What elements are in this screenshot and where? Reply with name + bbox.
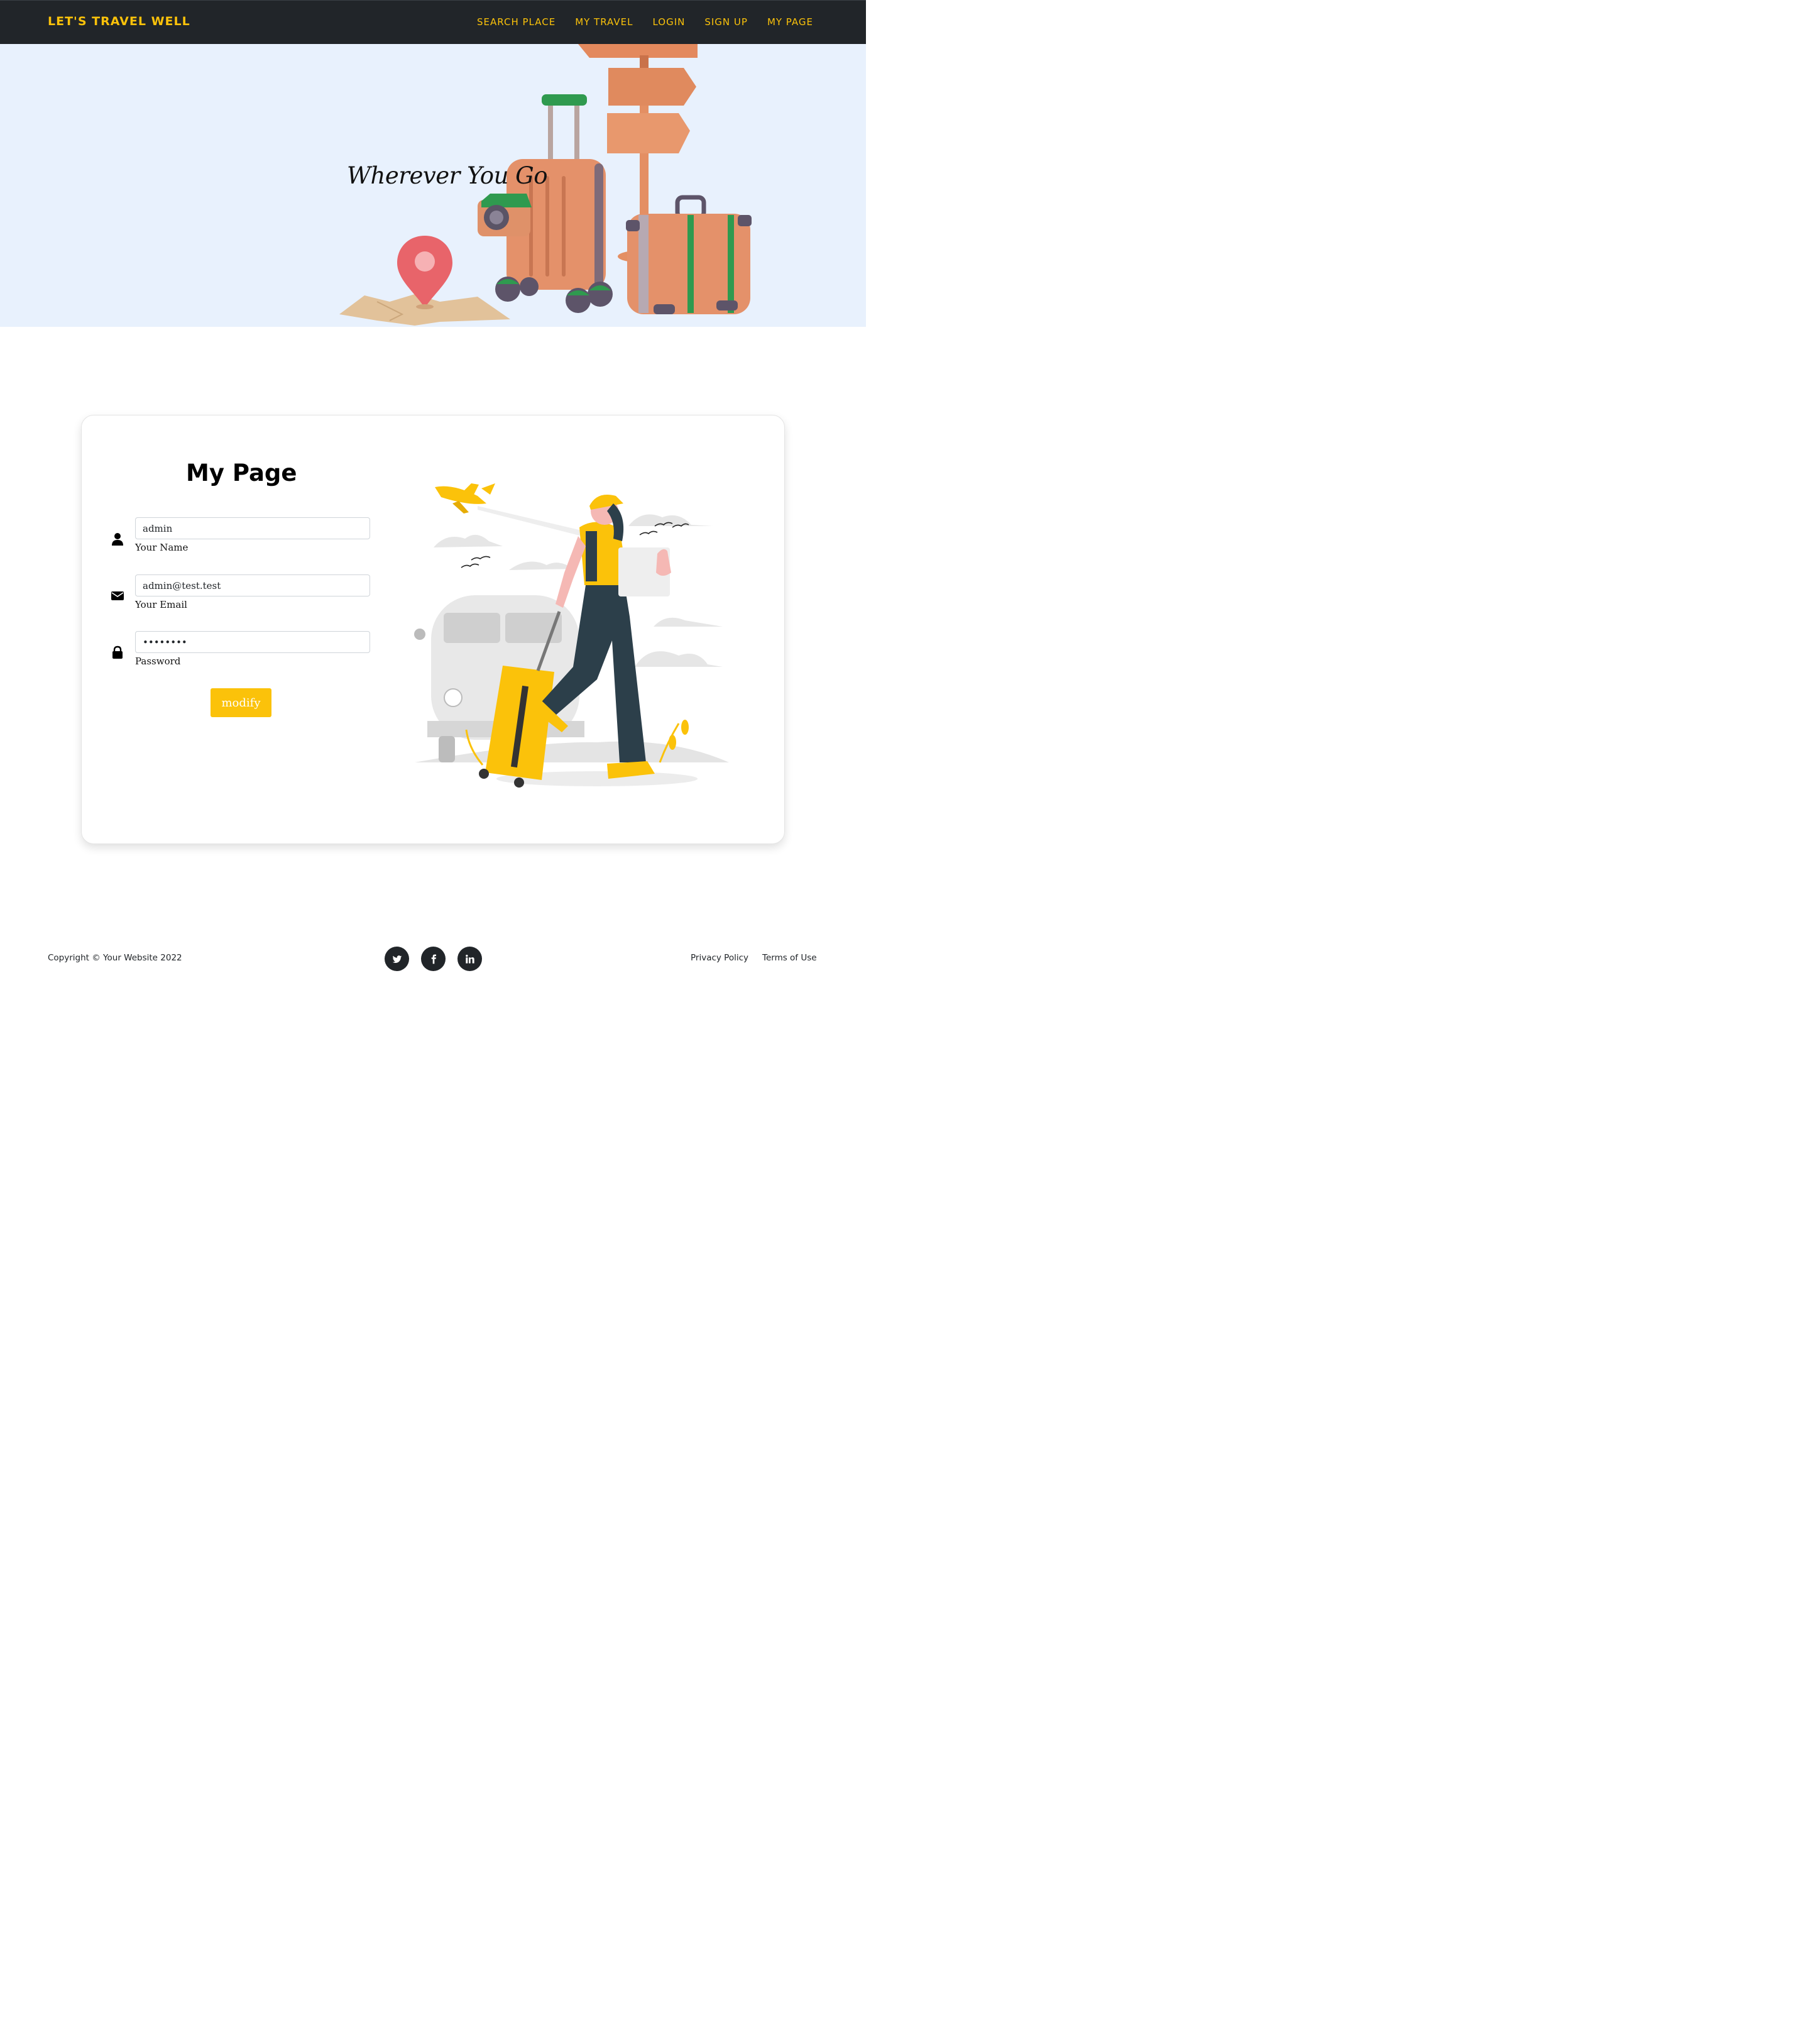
nav-login[interactable]: LOGIN	[652, 16, 685, 28]
user-icon	[112, 533, 123, 546]
nav-sign-up[interactable]: SIGN UP	[704, 16, 748, 28]
terms-of-use-link[interactable]: Terms of Use	[762, 953, 817, 963]
nav-search-place[interactable]: SEARCH PLACE	[477, 16, 556, 28]
brand-logo[interactable]: LET'S TRAVEL WELL	[48, 14, 190, 28]
modify-button[interactable]: modify	[211, 688, 271, 717]
nav-links: SEARCH PLACE MY TRAVEL LOGIN SIGN UP MY …	[477, 16, 813, 28]
linkedin-link[interactable]	[457, 947, 482, 971]
envelope-icon	[111, 591, 124, 600]
hero-banner: Wherever You Go	[0, 44, 866, 327]
twitter-icon	[392, 955, 402, 963]
name-label: Your Name	[135, 542, 189, 553]
linkedin-icon	[465, 954, 474, 964]
name-input[interactable]	[135, 517, 370, 539]
nav-my-travel[interactable]: MY TRAVEL	[575, 16, 633, 28]
nav-my-page[interactable]: MY PAGE	[767, 16, 813, 28]
facebook-link[interactable]	[421, 947, 446, 971]
lock-icon	[112, 646, 123, 659]
copyright-text: Copyright © Your Website 2022	[48, 953, 182, 963]
hero-title: Wherever You Go	[347, 162, 548, 189]
email-label: Your Email	[135, 599, 187, 610]
my-page-card: My Page Your Name Your Email Password mo…	[81, 415, 785, 844]
privacy-policy-link[interactable]: Privacy Policy	[691, 953, 748, 963]
password-input[interactable]	[135, 631, 370, 653]
traveler-illustration	[414, 483, 729, 788]
facebook-icon	[431, 954, 436, 964]
twitter-link[interactable]	[385, 947, 409, 971]
email-input[interactable]	[135, 574, 370, 596]
navbar: LET'S TRAVEL WELL SEARCH PLACE MY TRAVEL…	[0, 0, 866, 44]
page-title: My Page	[186, 459, 297, 486]
password-label: Password	[135, 656, 181, 667]
